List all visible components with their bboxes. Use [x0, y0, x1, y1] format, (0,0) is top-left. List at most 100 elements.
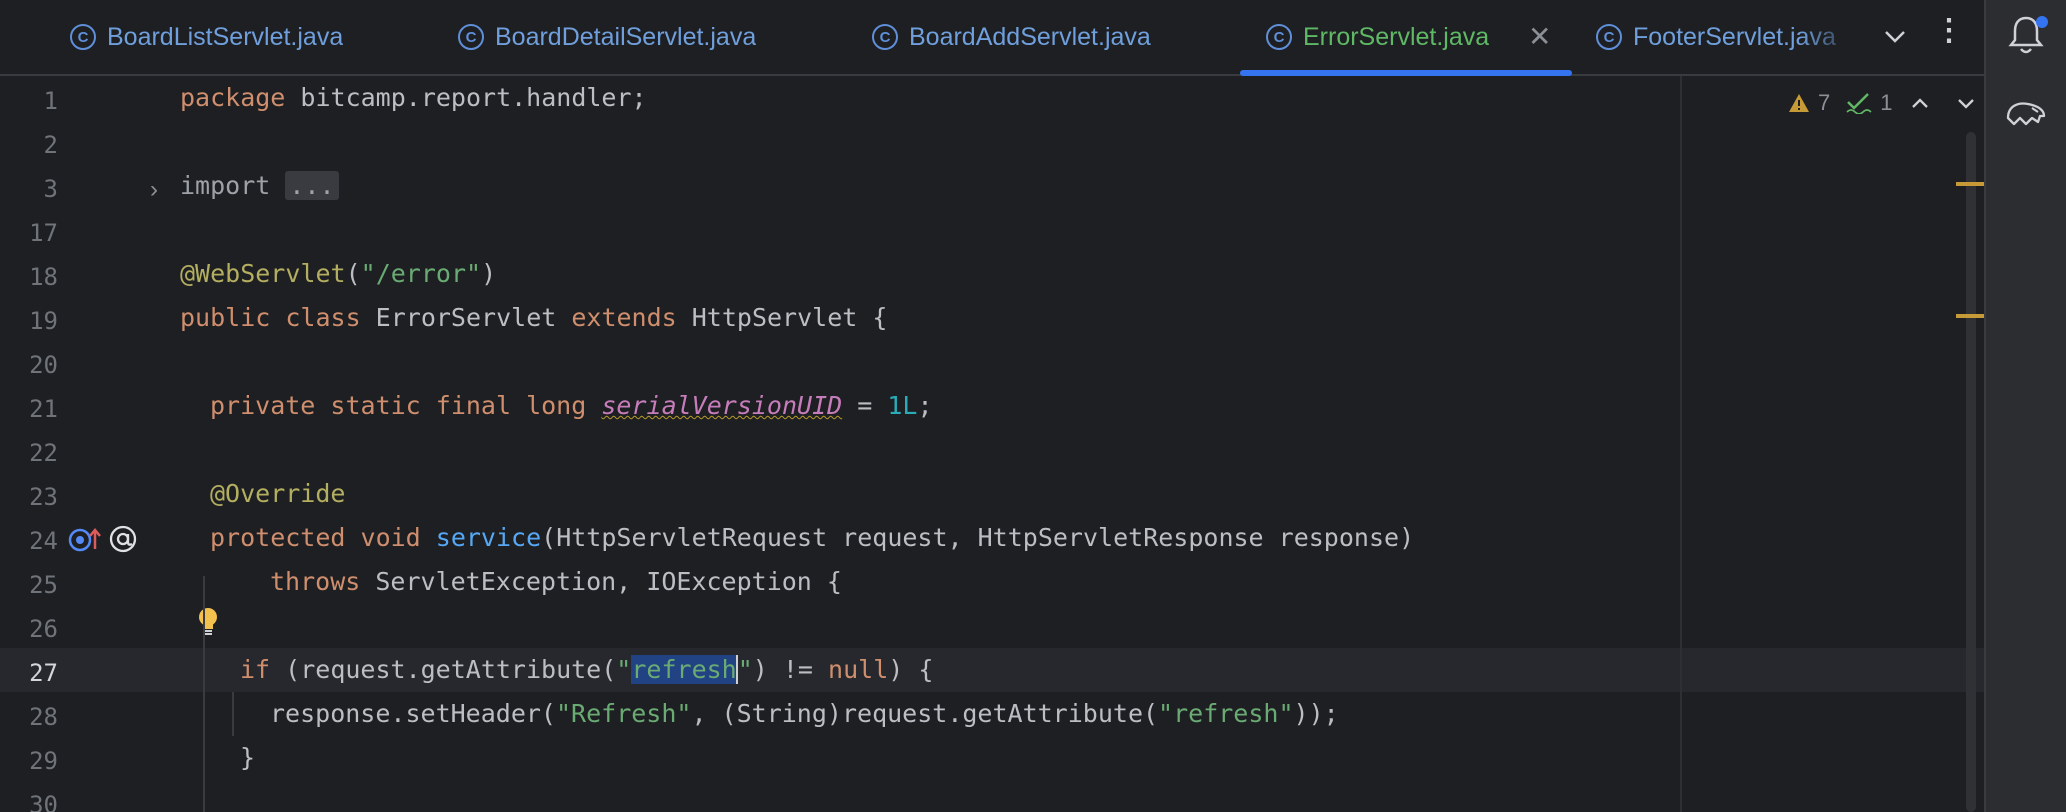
identifier: (request.getAttribute( [270, 655, 617, 684]
string-literal: "Refresh" [555, 699, 692, 728]
code-editor[interactable]: 7 1 1 2 3 17 18 19 20 21 22 23 24 25 26 … [0, 76, 1984, 812]
keyword: private static final long [210, 391, 587, 420]
overrides-method-icon[interactable] [68, 525, 102, 553]
code-line-25: throws ServletException, IOException { [270, 560, 842, 604]
class-icon: C [1596, 24, 1622, 50]
class-icon: C [458, 24, 484, 50]
right-tool-window-bar [1984, 0, 2066, 812]
tab-errorservlet[interactable]: C ErrorServlet.java [1266, 0, 1489, 74]
editor-tab-bar: C BoardListServlet.java C BoardDetailSer… [0, 0, 1984, 76]
selected-text: refresh [631, 655, 737, 684]
inspection-widget[interactable]: 7 1 [1788, 90, 1977, 116]
line-number: 23 [29, 483, 58, 511]
folded-imports[interactable]: ... [285, 171, 339, 200]
line-number: 28 [29, 703, 58, 731]
warning-count: 7 [1818, 90, 1831, 115]
class-icon: C [872, 24, 898, 50]
tab-label: BoardAddServlet.java [909, 22, 1151, 51]
code-line-18: @WebServlet("/error") [180, 252, 496, 296]
more-vertical-icon[interactable]: ⋮ [1934, 16, 1964, 46]
line-number: 1 [43, 87, 58, 115]
tab-overflow-fade [1800, 0, 1860, 74]
warning-icon [1789, 94, 1809, 112]
line-number: 29 [29, 747, 58, 775]
line-number: 22 [29, 439, 58, 467]
code-line-27: if (request.getAttribute("refresh") != n… [240, 648, 933, 692]
tab-boarddetailservlet[interactable]: C BoardDetailServlet.java [458, 0, 756, 74]
code-line-21: private static final long serialVersionU… [210, 384, 933, 428]
lightbulb-icon[interactable] [196, 606, 220, 638]
text-caret: " [735, 655, 753, 684]
code-line-1: package bitcamp.report.handler; [180, 76, 647, 120]
line-number: 18 [29, 263, 58, 291]
keyword: package [180, 83, 286, 112]
notification-badge [2036, 16, 2048, 28]
string-literal: " [616, 655, 632, 684]
line-number: 17 [29, 219, 58, 247]
tab-label: ErrorServlet.java [1303, 22, 1490, 51]
tab-label: BoardListServlet.java [107, 22, 344, 51]
keyword: throws [270, 567, 361, 596]
database-elephant-icon[interactable] [2004, 96, 2048, 136]
field-name: serialVersionUID [601, 391, 843, 420]
class-icon: C [1266, 24, 1292, 50]
punctuation: ( [345, 259, 361, 288]
string-literal: "/error" [360, 259, 482, 288]
code-line-23: @Override [210, 472, 345, 516]
vertical-scrollbar[interactable] [1966, 132, 1976, 812]
previous-highlight-icon[interactable] [1909, 92, 1931, 114]
method-name: service [435, 523, 542, 552]
keyword: protected void [210, 523, 421, 552]
line-number: 25 [29, 571, 58, 599]
line-number: 2 [43, 131, 58, 159]
right-margin-guide [1680, 76, 1682, 812]
number-literal: 1L [887, 391, 918, 420]
keyword: null [828, 655, 889, 684]
url-mapping-icon[interactable] [108, 524, 138, 554]
line-number: 3 [43, 175, 58, 203]
punctuation: ) { [888, 655, 934, 684]
tab-label: BoardDetailServlet.java [495, 22, 757, 51]
line-number-current: 27 [29, 659, 58, 687]
identifier: response.setHeader( [270, 699, 556, 728]
identifier: bitcamp.report.handler; [285, 83, 647, 112]
warning-marker[interactable] [1956, 314, 1984, 318]
parameters: (HttpServletRequest request, HttpServlet… [541, 523, 1415, 552]
punctuation: )); [1293, 699, 1339, 728]
keyword: extends [571, 303, 677, 332]
indent-guide [203, 576, 205, 812]
close-tab-icon[interactable]: ✕ [1528, 20, 1551, 53]
punctuation: ; [917, 391, 933, 420]
keyword: if [240, 655, 271, 684]
warning-marker[interactable] [1956, 182, 1984, 186]
annotation: @Override [210, 479, 346, 508]
annotation: @WebServlet [180, 259, 346, 288]
identifier: , (String)request.getAttribute( [691, 699, 1159, 728]
line-number: 30 [29, 791, 58, 812]
tab-boardaddservlet[interactable]: C BoardAddServlet.java [872, 0, 1151, 74]
code-line-24: protected void service(HttpServletReques… [210, 516, 1414, 560]
class-icon: C [70, 24, 96, 50]
keyword: public class [180, 303, 361, 332]
gutter-icons [68, 524, 138, 554]
expand-fold-icon[interactable]: › [150, 176, 158, 204]
code-line-3: import ... [180, 164, 339, 208]
code-line-19: public class ErrorServlet extends HttpSe… [180, 296, 887, 340]
line-number: 26 [29, 615, 58, 643]
keyword: import [180, 171, 271, 200]
punctuation: } [240, 743, 256, 772]
line-number: 21 [29, 395, 58, 423]
chevron-down-icon[interactable] [1880, 22, 1910, 52]
next-highlight-icon[interactable] [1955, 92, 1977, 114]
code-line-29: } [240, 736, 255, 780]
punctuation: ) [481, 259, 497, 288]
identifier: ServletException, IOException { [360, 567, 842, 596]
operator: ) != [752, 655, 829, 684]
class-name: ErrorServlet [360, 303, 572, 332]
typo-count: 1 [1880, 90, 1893, 115]
operator: = [842, 391, 888, 420]
tab-boardlistservlet[interactable]: C BoardListServlet.java [70, 0, 343, 74]
line-number: 20 [29, 351, 58, 379]
line-number: 19 [29, 307, 58, 335]
typo-check-icon [1846, 93, 1872, 114]
